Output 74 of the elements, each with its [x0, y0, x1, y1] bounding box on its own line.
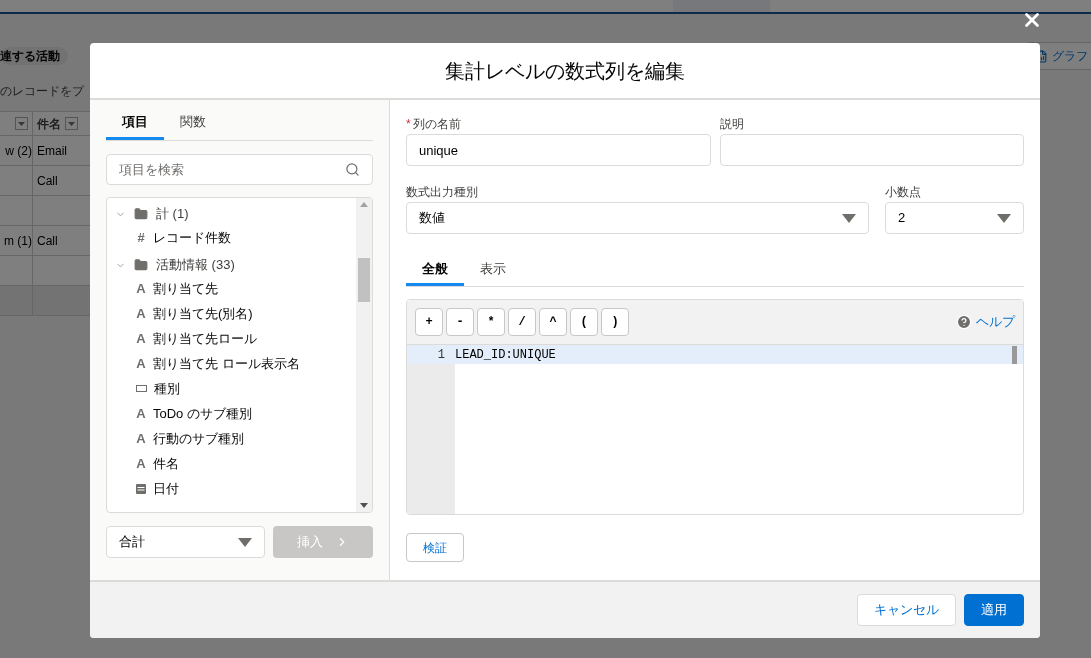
panel-tab[interactable]: 項目 [106, 107, 164, 140]
picklist-icon [136, 385, 147, 392]
apply-button[interactable]: 適用 [964, 594, 1024, 626]
column-header: 件名 [37, 115, 61, 133]
field-item[interactable]: # レコード件数 [115, 225, 356, 250]
operator-button[interactable]: ) [601, 308, 629, 336]
dialog-title: 集計レベルの数式列を編集 [445, 58, 685, 84]
caret-icon [997, 213, 1011, 223]
field-type-icon: A [135, 303, 147, 324]
operator-button[interactable]: ^ [539, 308, 567, 336]
panel-tab[interactable]: 関数 [164, 107, 222, 140]
table-cell-text: m (1) [4, 232, 32, 250]
table-cell-text: Call [37, 232, 58, 250]
search-input[interactable]: 項目を検索 [107, 155, 345, 184]
field-item[interactable]: A 割り当て先 ロール表示名 [115, 351, 356, 376]
column-name-field[interactable]: unique [406, 134, 711, 166]
operator-button[interactable]: ( [570, 308, 598, 336]
search-field[interactable]: 項目を検索 [106, 154, 373, 185]
related-activity-chip[interactable]: 連する活動 [0, 47, 68, 65]
scrollbar-thumb[interactable] [1012, 345, 1017, 364]
scrollbar-thumb[interactable] [358, 258, 370, 302]
field-label: 列の名前 [412, 116, 461, 133]
caret-icon [238, 537, 252, 547]
field-type-icon: A [135, 353, 147, 374]
description-field[interactable] [719, 134, 1024, 166]
field-item[interactable]: A 行動のサブ種別 [115, 426, 356, 451]
filter-dropdown-icon[interactable] [65, 117, 78, 130]
table-cell-text: Call [37, 172, 58, 190]
operator-button[interactable]: * [477, 308, 505, 336]
line-number: 1 [436, 346, 445, 364]
field-type-icon: A [135, 403, 147, 424]
notice-text: のレコードをプ [0, 83, 84, 100]
folder-item[interactable]: 計 (1) [115, 203, 356, 225]
table-cell-text: w (2) [5, 142, 32, 160]
cancel-button[interactable]: キャンセル [857, 594, 956, 626]
field-item[interactable]: A ToDo のサブ種別 [115, 401, 356, 426]
required-mark: * [406, 116, 411, 133]
field-type-icon: A [135, 428, 147, 449]
decimals-select[interactable]: 2 [885, 202, 1024, 234]
summary-select[interactable]: 合計 [106, 526, 265, 558]
formula-tab[interactable]: 表示 [464, 254, 522, 286]
field-type-icon: A [135, 453, 147, 474]
scroll-down-icon[interactable] [360, 503, 368, 508]
caret-icon [842, 213, 856, 223]
operator-button[interactable]: - [446, 308, 474, 336]
folder-icon [134, 258, 148, 272]
help-icon [956, 314, 972, 330]
scrollbar[interactable] [356, 198, 372, 512]
help-link[interactable]: ヘルプ [956, 312, 1015, 332]
scroll-up-icon[interactable] [360, 202, 368, 207]
operator-button[interactable]: / [508, 308, 536, 336]
field-type-icon: A [135, 328, 147, 349]
filter-dropdown-icon[interactable] [15, 117, 28, 130]
calendar-icon [136, 483, 146, 494]
field-type-icon: A [135, 278, 147, 299]
field-item[interactable]: 種別 [115, 376, 356, 401]
field-label: 説明 [719, 116, 745, 133]
operator-button[interactable]: + [415, 308, 443, 336]
field-label: 数式出力種別 [406, 184, 479, 201]
field-item[interactable]: A 割り当て先 [115, 276, 356, 301]
output-type-select[interactable]: 数値 [406, 202, 869, 234]
field-label: 小数点 [885, 184, 922, 201]
field-item[interactable]: 日付 [115, 476, 356, 501]
validate-button[interactable]: 検証 [406, 533, 464, 562]
folder-item[interactable]: 活動情報 (33) [115, 254, 356, 276]
field-type-icon: # [135, 227, 147, 248]
folder-icon [134, 207, 148, 221]
code-text: LEAD_ID:UNIQUE [455, 346, 557, 364]
field-item[interactable]: A 件名 [115, 451, 356, 476]
table-cell-text: Email [37, 142, 67, 160]
formula-tab[interactable]: 全般 [406, 254, 464, 286]
field-item[interactable]: A 割り当て先(別名) [115, 301, 356, 326]
field-item[interactable]: A 割り当て先ロール [115, 326, 356, 351]
search-icon [345, 162, 360, 177]
